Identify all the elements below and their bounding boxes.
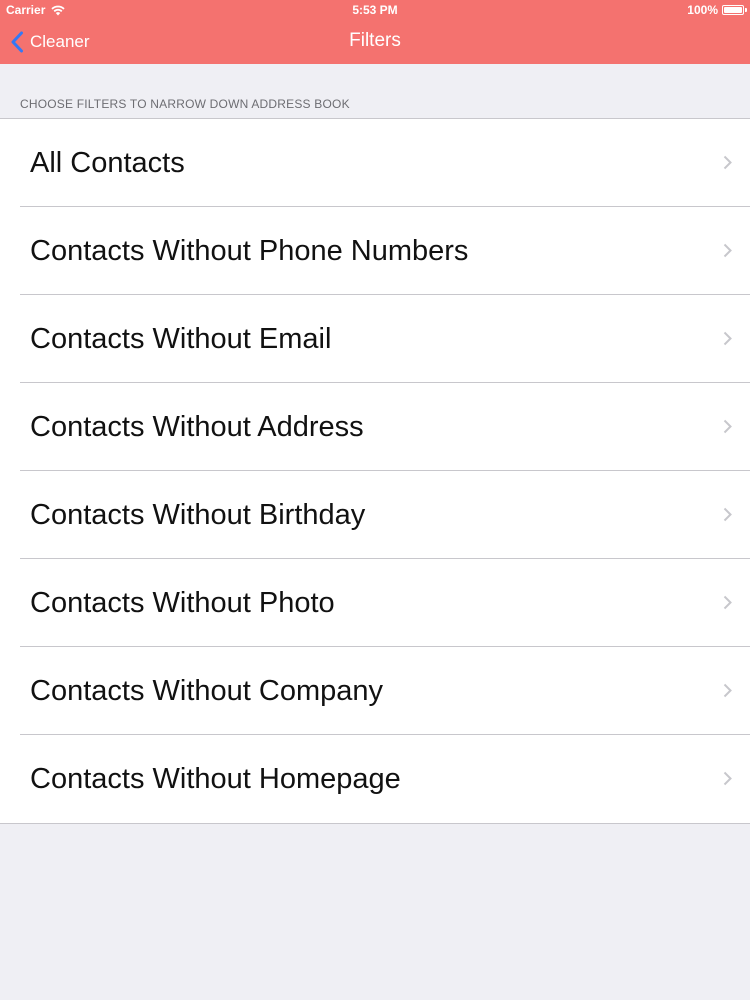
chevron-right-icon xyxy=(723,243,732,258)
filter-row-without-photo[interactable]: Contacts Without Photo xyxy=(0,559,750,647)
chevron-right-icon xyxy=(723,771,732,786)
filter-row-without-birthday[interactable]: Contacts Without Birthday xyxy=(0,471,750,559)
filter-row-without-homepage[interactable]: Contacts Without Homepage xyxy=(0,735,750,823)
filter-label: Contacts Without Photo xyxy=(30,586,335,619)
filter-row-without-address[interactable]: Contacts Without Address xyxy=(0,383,750,471)
chevron-right-icon xyxy=(723,595,732,610)
filter-row-without-company[interactable]: Contacts Without Company xyxy=(0,647,750,735)
battery-percent: 100% xyxy=(687,3,718,17)
header: Carrier 5:53 PM 100% Cleaner Filters xyxy=(0,0,750,64)
filter-label: Contacts Without Birthday xyxy=(30,498,366,531)
section-header: CHOOSE FILTERS TO NARROW DOWN ADDRESS BO… xyxy=(20,97,350,111)
filter-label: Contacts Without Homepage xyxy=(30,762,401,795)
filter-list: All Contacts Contacts Without Phone Numb… xyxy=(0,118,750,824)
filter-label: Contacts Without Phone Numbers xyxy=(30,234,469,267)
status-bar: Carrier 5:53 PM 100% xyxy=(0,0,750,20)
status-time: 5:53 PM xyxy=(352,3,398,17)
filter-label: Contacts Without Address xyxy=(30,410,364,443)
filter-label: Contacts Without Email xyxy=(30,322,332,355)
chevron-right-icon xyxy=(723,155,732,170)
chevron-right-icon xyxy=(723,507,732,522)
page-title: Filters xyxy=(349,30,401,51)
filter-label: All Contacts xyxy=(30,146,185,179)
battery-fill xyxy=(724,7,742,13)
filter-row-without-phone-numbers[interactable]: Contacts Without Phone Numbers xyxy=(0,207,750,295)
filter-label: Contacts Without Company xyxy=(30,674,383,707)
chevron-right-icon xyxy=(723,331,732,346)
filter-row-all-contacts[interactable]: All Contacts xyxy=(0,119,750,207)
filter-row-without-email[interactable]: Contacts Without Email xyxy=(0,295,750,383)
nav-bar: Cleaner Filters xyxy=(0,20,750,64)
battery-icon xyxy=(722,5,747,15)
status-right: 100% xyxy=(687,3,747,17)
chevron-right-icon xyxy=(723,419,732,434)
chevron-right-icon xyxy=(723,683,732,698)
